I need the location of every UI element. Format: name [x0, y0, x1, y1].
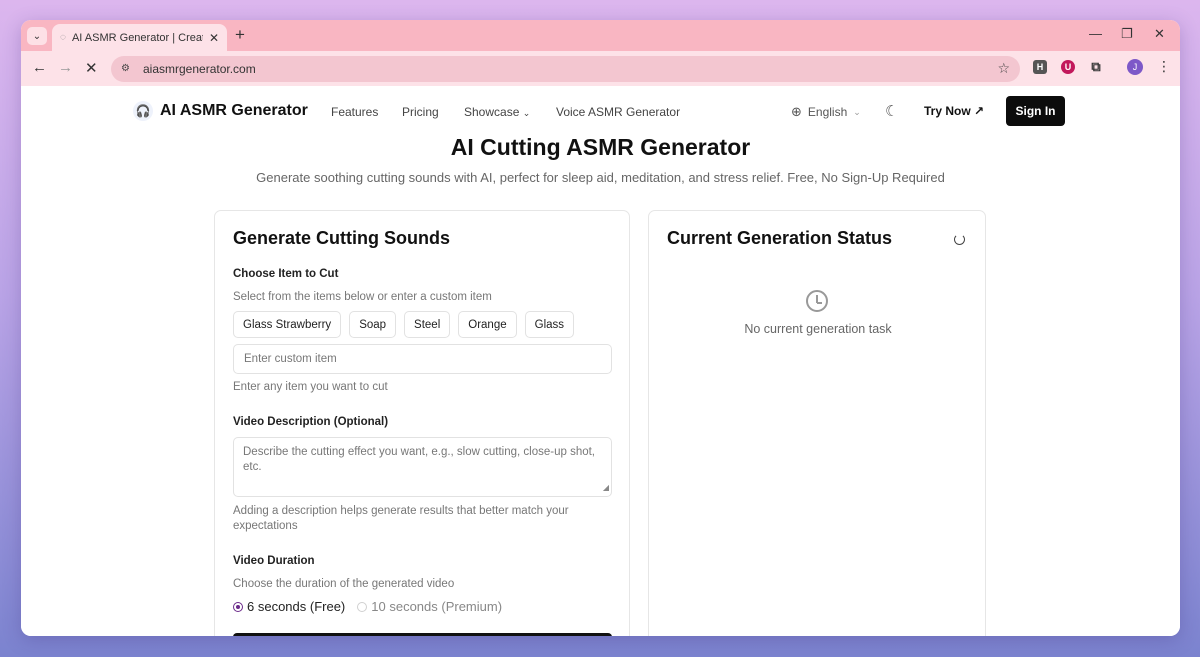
status-card: Current Generation Status No current gen…: [648, 210, 986, 636]
page-title: AI Cutting ASMR Generator: [450, 134, 751, 160]
item-chip-glass-strawberry[interactable]: Glass Strawberry: [233, 311, 342, 338]
site-header: 🎧 AI ASMR Generator Features Pricing Sho…: [21, 86, 1180, 134]
radio-selected-icon: [233, 601, 243, 612]
globe-icon: ⊕: [791, 104, 802, 119]
browser-window: ⌄ ◌ AI ASMR Generator | Create Rel ✕ + —…: [21, 20, 1180, 636]
description-hint: Adding a description helps generate resu…: [233, 505, 569, 532]
status-card-title: Current Generation Status: [667, 228, 893, 248]
tab-search-button[interactable]: ⌄: [27, 27, 47, 45]
status-empty-text: No current generation task: [744, 322, 892, 336]
profile-avatar[interactable]: J: [1127, 59, 1143, 75]
item-label: Choose Item to Cut: [233, 268, 339, 280]
try-now-link[interactable]: Try Now ↗: [924, 104, 984, 118]
back-icon[interactable]: ←: [32, 59, 47, 76]
web-page: 🎧 AI ASMR Generator Features Pricing Sho…: [21, 86, 1180, 636]
window-close-icon[interactable]: ✕: [1154, 26, 1165, 42]
restore-icon[interactable]: ❐: [1121, 26, 1133, 42]
puzzle-extensions-icon[interactable]: ⧉: [1089, 59, 1103, 74]
sign-in-button[interactable]: Sign In: [1006, 96, 1065, 126]
clock-icon: [806, 290, 828, 312]
tab-title: AI ASMR Generator | Create Rel: [71, 31, 203, 44]
loading-favicon-icon: ◌: [60, 32, 66, 43]
chevron-down-icon: ⌄: [853, 106, 861, 117]
duration-10s-radio[interactable]: 10 seconds (Premium): [357, 599, 502, 614]
nav-voice-asmr[interactable]: Voice ASMR Generator: [556, 105, 680, 119]
description-placeholder: Describe the cutting effect you want, e.…: [243, 446, 596, 473]
description-textarea[interactable]: Describe the cutting effect you want, e.…: [233, 437, 612, 497]
tab-strip: ⌄ ◌ AI ASMR Generator | Create Rel ✕ + —…: [21, 20, 1180, 51]
generate-card: Generate Cutting Sounds Choose Item to C…: [214, 210, 630, 636]
duration-hint: Choose the duration of the generated vid…: [233, 578, 455, 590]
brand-name: AI ASMR Generator: [160, 102, 308, 119]
chevron-down-icon: ⌄: [522, 108, 531, 118]
extension-h-icon[interactable]: H: [1033, 60, 1047, 74]
custom-item-hint: Enter any item you want to cut: [233, 381, 388, 393]
description-label: Video Description (Optional): [233, 416, 389, 428]
new-tab-button[interactable]: +: [235, 25, 245, 45]
generate-card-title: Generate Cutting Sounds: [233, 228, 451, 248]
brand-logo-link[interactable]: 🎧 AI ASMR Generator: [133, 101, 308, 121]
tab-close-icon[interactable]: ✕: [209, 31, 219, 45]
item-chip-orange[interactable]: Orange: [458, 311, 517, 338]
generate-button[interactable]: [233, 633, 612, 636]
item-chip-steel[interactable]: Steel: [404, 311, 451, 338]
site-settings-icon[interactable]: ⚙: [121, 63, 135, 75]
page-subtitle: Generate soothing cutting sounds with AI…: [256, 170, 945, 185]
dark-mode-moon-icon[interactable]: ☾: [885, 102, 898, 120]
language-selector[interactable]: ⊕ English ⌄: [791, 104, 861, 120]
custom-item-input[interactable]: Enter custom item: [233, 344, 612, 374]
radio-unselected-icon: [357, 601, 368, 612]
duration-6s-radio[interactable]: 6 seconds (Free): [233, 599, 345, 614]
duration-6s-label: 6 seconds (Free): [247, 599, 346, 614]
duration-radio-group: 6 seconds (Free) 10 seconds (Premium): [233, 599, 514, 614]
item-hint: Select from the items below or enter a c…: [233, 291, 492, 303]
nav-showcase-label: Showcase: [464, 105, 520, 119]
duration-10s-label: 10 seconds (Premium): [371, 599, 503, 614]
forward-icon[interactable]: →: [58, 59, 73, 76]
nav-pricing[interactable]: Pricing: [402, 105, 439, 119]
stop-loading-icon[interactable]: ✕: [85, 59, 98, 77]
nav-showcase[interactable]: Showcase ⌄: [464, 105, 530, 119]
address-bar[interactable]: ⚙ aiasmrgenerator.com ☆: [111, 56, 1020, 82]
browser-toolbar: ← → ✕ ⚙ aiasmrgenerator.com ☆ H U ⧉ J ⋮: [21, 51, 1180, 86]
resize-grip-icon[interactable]: ◢: [603, 480, 609, 495]
extension-u-icon[interactable]: U: [1061, 60, 1075, 74]
item-chip-glass[interactable]: Glass: [524, 311, 575, 338]
item-chip-soap[interactable]: Soap: [349, 311, 397, 338]
language-label: English: [807, 105, 848, 119]
minimize-icon[interactable]: —: [1089, 26, 1102, 41]
loading-spinner-icon: [954, 234, 965, 245]
kebab-menu-icon[interactable]: ⋮: [1157, 58, 1171, 75]
headphones-icon: 🎧: [133, 101, 153, 121]
browser-tab[interactable]: ◌ AI ASMR Generator | Create Rel ✕: [52, 24, 227, 51]
nav-features[interactable]: Features: [331, 105, 378, 119]
bookmark-star-icon[interactable]: ☆: [997, 60, 1010, 77]
duration-label: Video Duration: [233, 555, 315, 567]
url-text: aiasmrgenerator.com: [143, 62, 256, 76]
item-chip-list: Glass Strawberry Soap Steel Orange Glass: [233, 311, 575, 338]
chevron-down-icon: ⌄: [32, 30, 42, 42]
